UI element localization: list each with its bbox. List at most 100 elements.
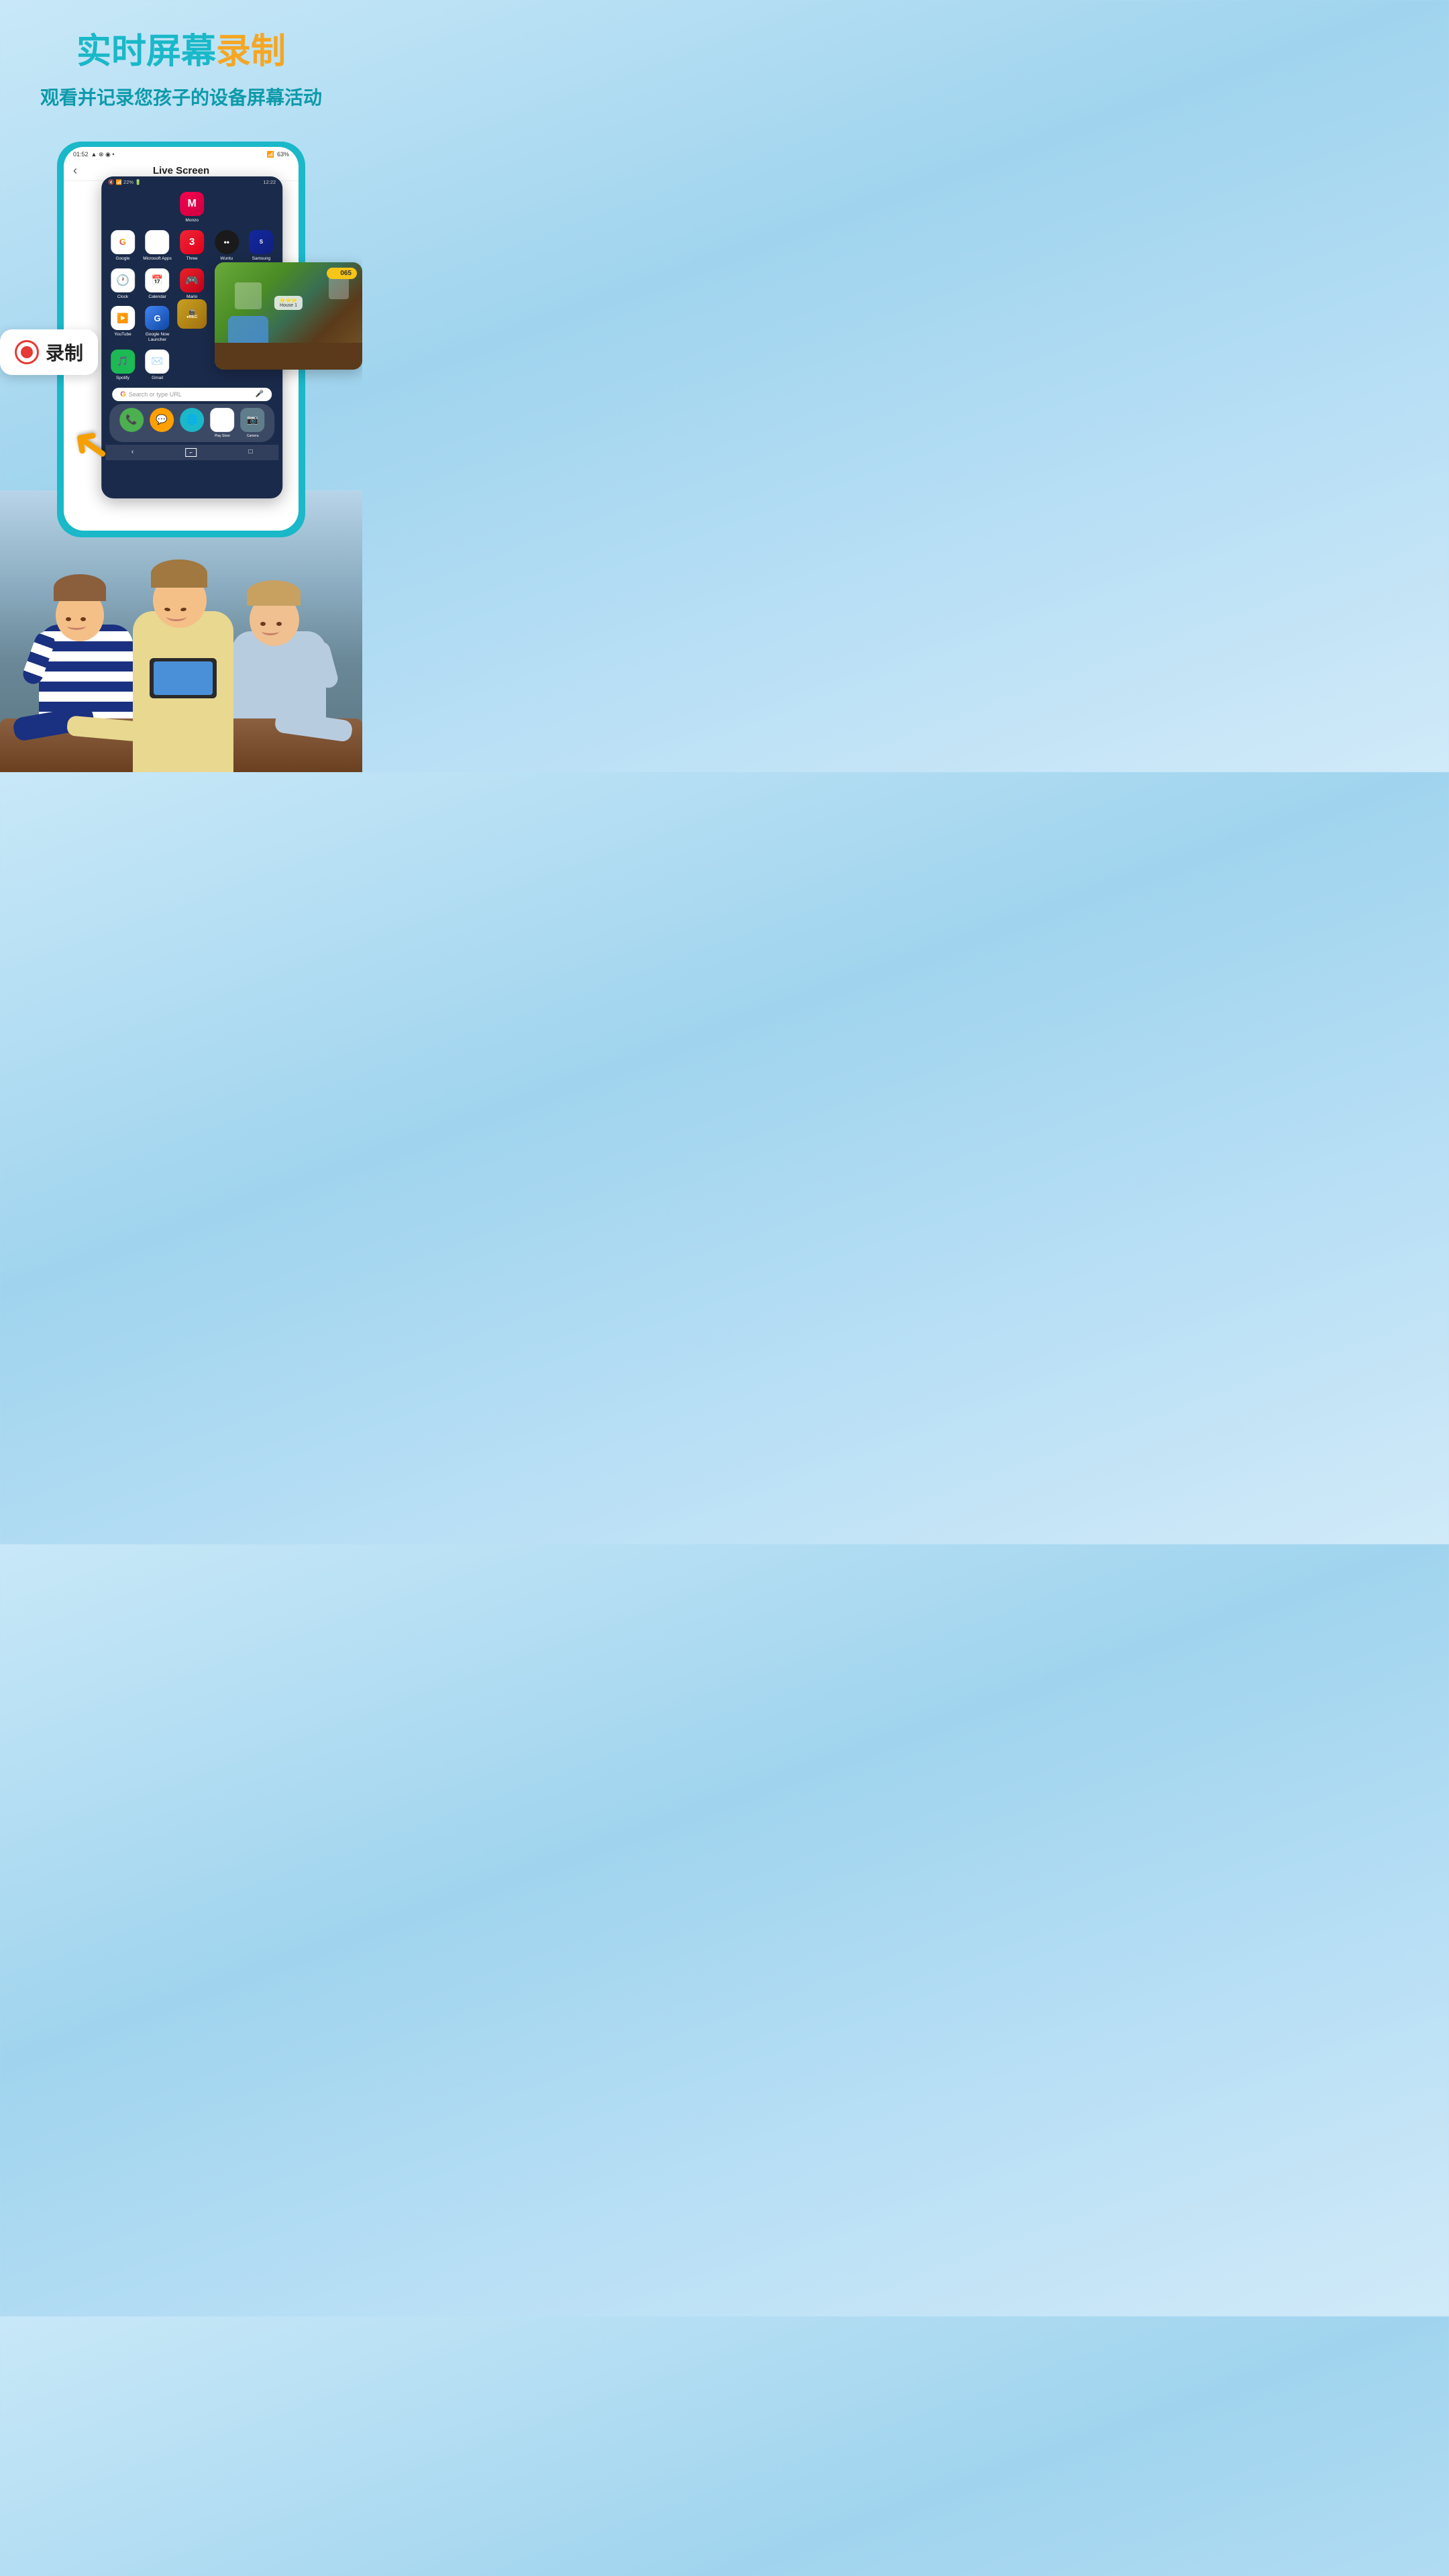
gmail-icon: ✉️ (146, 350, 170, 374)
spotify-label: Spotify (116, 376, 129, 381)
clock-icon: 🕐 (111, 268, 135, 292)
subtitle: 观看并记录您孩子的设备屏幕活动 (13, 85, 349, 111)
child-right-hair (247, 580, 301, 606)
app-clock[interactable]: 🕐 Clock (107, 268, 138, 300)
search-placeholder: Search or type URL (129, 391, 253, 398)
app-wuntu[interactable]: •• Wuntu (211, 230, 242, 262)
rec-dot (21, 346, 33, 358)
rec-label: 录制 (46, 339, 83, 366)
status-bar: 01:52 ▲ ⊗ ◉ • 📶 63% (64, 147, 299, 161)
mario-label: Mario (186, 294, 197, 300)
google-now-label: Google Now Launcher (142, 332, 173, 343)
app-row-1: G Google Microsoft Apps (105, 230, 278, 262)
dock-camera-icon: 📷 (241, 408, 265, 432)
status-left: 01:52 ▲ ⊗ ◉ • (73, 151, 115, 158)
game-score: 065 (340, 270, 352, 277)
dock-messages[interactable]: 💬 (146, 408, 176, 438)
nav-home[interactable]: ⌐ (186, 448, 197, 457)
wifi-icon: 📶 (267, 151, 274, 158)
samsung-label: Samsung (252, 256, 270, 262)
google-now-icon: G (146, 306, 170, 330)
dock-playstore[interactable]: ▶ Play Store (207, 408, 237, 438)
spotify-icon: 🎵 (111, 350, 135, 374)
title-orange: 录制 (216, 32, 286, 71)
wuntu-icon: •• (215, 230, 239, 254)
camera-label: Camera (247, 434, 259, 438)
google-icon: G (111, 230, 135, 254)
title-teal: 实时屏幕 (76, 32, 216, 71)
nav-back[interactable]: ‹ (131, 448, 133, 457)
google-label: Google (116, 256, 130, 262)
dirt-terrain (215, 343, 362, 370)
dock-phone[interactable]: 📞 (116, 408, 146, 438)
app-samsung[interactable]: S Samsung (246, 230, 276, 262)
header-area: 实时屏幕录制 观看并记录您孩子的设备屏幕活动 (0, 0, 362, 121)
samsung-icon: S (249, 230, 273, 254)
microsoft-icon (146, 230, 170, 254)
dock-internet-icon: 🌐 (180, 408, 204, 432)
monzo-label: Monzo (185, 218, 199, 223)
game-background: ★ 065 ⭐⭐⭐ House 1 (215, 262, 362, 370)
app-three[interactable]: 3 Three (176, 230, 207, 262)
child-status-icons: 🔇 📶 22% 🔋 (108, 179, 141, 185)
nav-bar: ‹ ⌐ □ (105, 445, 278, 460)
child-left-eye-left (66, 617, 71, 621)
star-symbol: ★ (332, 270, 338, 277)
youtube-icon: ▶️ (111, 306, 135, 330)
monzo-icon: M (180, 192, 204, 216)
child-left-eye-right (80, 617, 86, 621)
dock-messages-icon: 💬 (150, 408, 174, 432)
mario-icon: 🎮 (180, 268, 204, 292)
app-microsoft[interactable]: Microsoft Apps (142, 230, 173, 262)
rec-button-overlay: 录制 (0, 329, 98, 375)
status-right: 📶 63% (267, 151, 289, 158)
signal-icons: ▲ ⊗ ◉ • (91, 151, 115, 158)
app-row-0: M Monzo (105, 192, 278, 223)
child-center-figure (129, 551, 237, 772)
app-google-now[interactable]: G Google Now Launcher (142, 306, 173, 343)
dock-camera[interactable]: 📷 Camera (237, 408, 268, 438)
mission-badge: ⭐⭐⭐ House 1 (274, 296, 303, 310)
child-right-eye-left (260, 622, 266, 626)
app-google[interactable]: G Google (107, 230, 138, 262)
dock-internet[interactable]: 🌐 (177, 408, 207, 438)
child-right-eye-right (276, 622, 282, 626)
gmail-label: Gmail (152, 376, 163, 381)
back-button[interactable]: ‹ (73, 164, 77, 178)
google-search-bar[interactable]: G Search or type URL 🎤 (112, 388, 272, 401)
child-left-hair (54, 574, 106, 601)
live-screen-title: Live Screen (153, 165, 209, 176)
three-icon: 3 (180, 230, 204, 254)
child-center-smile (166, 612, 186, 621)
mic-icon: 🎤 (256, 390, 264, 398)
building-1 (235, 282, 262, 309)
child-status-bar: 🔇 📶 22% 🔋 12:22 (101, 176, 282, 186)
dock-phone-icon: 📞 (119, 408, 144, 432)
three-label: Three (186, 256, 198, 262)
calendar-label: Calendar (148, 294, 166, 300)
clock-label: Clock (117, 294, 128, 300)
microsoft-label: Microsoft Apps (143, 256, 172, 262)
youtube-label: YouTube (114, 332, 131, 337)
playstore-label: Play Store (215, 434, 230, 438)
nav-recents[interactable]: □ (248, 448, 252, 457)
app-calendar[interactable]: 📅 Calendar (142, 268, 173, 300)
held-phone (150, 658, 217, 698)
time-display: 01:52 (73, 151, 89, 158)
battery-display: 63% (277, 151, 289, 158)
app-gmail[interactable]: ✉️ Gmail (142, 350, 173, 381)
app-monzo[interactable]: M Monzo (176, 192, 207, 223)
app-spotify[interactable]: 🎵 Spotify (107, 350, 138, 381)
app-mario[interactable]: 🎮 Mario (176, 268, 207, 300)
rec-app-icon: 🎬 ●REC (177, 299, 207, 329)
child-left-smile (67, 622, 86, 630)
phone-section: 01:52 ▲ ⊗ ◉ • 📶 63% ‹ Live Screen 🔇 📶 22… (13, 142, 349, 557)
dock-playstore-icon: ▶ (210, 408, 234, 432)
app-youtube[interactable]: ▶️ YouTube (107, 306, 138, 343)
wuntu-label: Wuntu (220, 256, 233, 262)
google-g-logo: G (120, 390, 126, 398)
calendar-icon: 📅 (146, 268, 170, 292)
held-phone-screen (154, 661, 213, 695)
child-center-hair (151, 559, 207, 588)
rec-circle-icon (15, 340, 39, 364)
